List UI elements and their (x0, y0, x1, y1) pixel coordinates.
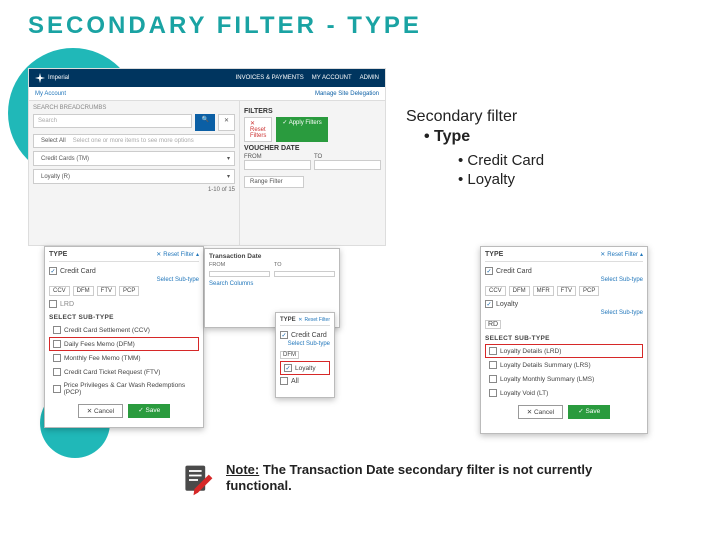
reset-filter-link[interactable]: ✕ Reset Filter ▴ (156, 251, 199, 258)
select-subtype-link[interactable]: Select Sub-type (280, 341, 330, 347)
reset-filter-link[interactable]: ✕Reset Filter (298, 317, 330, 323)
td-from-input[interactable] (209, 271, 270, 277)
apply-filters-button[interactable]: ✓ Apply Filters (276, 117, 327, 142)
subtype-ccv[interactable]: Credit Card Settlement (CCV) (49, 323, 199, 337)
subbar-left: My Account (35, 91, 66, 97)
search-input[interactable]: Search (33, 114, 192, 128)
menu-invoices[interactable]: INVOICES & PAYMENTS (236, 75, 304, 81)
code-ccv[interactable]: CCV (49, 286, 70, 296)
explanatory-text: Secondary filter Type Credit Card Loyalt… (406, 108, 686, 190)
reset-filters-button[interactable]: ✕ Reset Filters (244, 117, 272, 142)
app-subbar: My Account Manage Site Delegation (29, 87, 385, 101)
loyalty-row[interactable]: ✓Loyalty (280, 361, 330, 375)
note-lead: Note: (226, 462, 259, 477)
subtype-lt[interactable]: Loyalty Void (LT) (485, 386, 643, 400)
from-date-input[interactable] (244, 160, 311, 170)
range-filter-button[interactable]: Range Filter (244, 176, 304, 188)
cancel-button[interactable]: ✕ Cancel (518, 405, 564, 419)
search-columns-link[interactable]: Search Columns (209, 281, 335, 287)
topbar-menu: INVOICES & PAYMENTS MY ACCOUNT ADMIN (236, 75, 379, 81)
note-block: Note: The Transaction Date secondary fil… (180, 462, 660, 498)
bullet-type: Type (406, 128, 686, 146)
popup-type-compact: TYPE ✕Reset Filter ✓Credit Card Select S… (275, 312, 335, 398)
select-subtype-loyalty[interactable]: Select Sub-type (485, 310, 643, 316)
right-column: FILTERS ✕ Reset Filters ✓ Apply Filters … (239, 101, 385, 245)
cancel-button[interactable]: ✕ Cancel (78, 404, 124, 418)
menu-myaccount[interactable]: MY ACCOUNT (312, 75, 352, 81)
select-subtype-cc[interactable]: Select Sub-type (485, 277, 643, 283)
credit-card-row[interactable]: ✓Credit Card (485, 265, 643, 277)
heading-secondary-filter: Secondary filter (406, 108, 686, 126)
subtype-dfm[interactable]: Daily Fees Memo (DFM) (49, 337, 199, 351)
subtype-ftv[interactable]: Credit Card Ticket Request (FTV) (49, 365, 199, 379)
bullet-creditcard: Credit Card (406, 152, 686, 169)
clear-button[interactable]: ✕ (218, 114, 235, 131)
brand-text: Imperial (48, 75, 69, 81)
reset-filter-link[interactable]: ✕ Reset Filter ▴ (600, 251, 643, 258)
subtype-lms[interactable]: Loyalty Monthly Summary (LMS) (485, 372, 643, 386)
subtype-lrs[interactable]: Loyalty Details Summary (LRS) (485, 358, 643, 372)
subtype-pcp[interactable]: Price Privileges & Car Wash Redemptions … (49, 379, 199, 399)
bullet-loyalty: Loyalty (406, 171, 686, 188)
slide-title: SECONDARY FILTER - TYPE (28, 12, 422, 40)
brand-logo: Imperial (35, 73, 69, 83)
subbar-right[interactable]: Manage Site Delegation (315, 91, 379, 97)
save-button[interactable]: ✓ Save (568, 405, 610, 419)
td-to-input[interactable] (274, 271, 335, 277)
note-body-b: functional. (226, 478, 292, 493)
subtype-tmm[interactable]: Monthly Fee Memo (TMM) (49, 351, 199, 365)
code-pcp[interactable]: PCP (119, 286, 139, 296)
popup-title: TYPE (49, 251, 67, 258)
search-button[interactable]: 🔍 (195, 114, 214, 131)
credit-card-checkbox-row[interactable]: ✓Credit Card (49, 265, 199, 277)
app-topbar: Imperial INVOICES & PAYMENTS MY ACCOUNT … (29, 69, 385, 87)
row-credit-cards[interactable]: Credit Cards (TM) ▾ (33, 151, 235, 166)
td-title: Transaction Date (209, 253, 335, 260)
select-subtype-link[interactable]: Select Sub-type (49, 277, 199, 283)
lrd-row[interactable]: LRD (49, 298, 199, 310)
filters-heading: FILTERS (244, 108, 381, 115)
code-pills: CCV DFM FTV PCP (49, 286, 199, 296)
code-ftv[interactable]: FTV (97, 286, 116, 296)
paging-text: 1-10 of 15 (33, 187, 235, 193)
screenshot-dashboard: Imperial INVOICES & PAYMENTS MY ACCOUNT … (28, 68, 386, 246)
to-date-input[interactable] (314, 160, 381, 170)
voucher-date-heading: VOUCHER DATE (244, 145, 381, 152)
popup-type-loyalty: TYPE ✕ Reset Filter ▴ ✓Credit Card Selec… (480, 246, 648, 434)
note-body-a: The Transaction Date secondary filter is… (259, 462, 592, 477)
breadcrumb-heading: SEARCH BREADCRUMBS (33, 105, 235, 111)
menu-admin[interactable]: ADMIN (360, 75, 379, 81)
loyalty-row[interactable]: ✓Loyalty (485, 298, 643, 310)
select-subtype-header: SELECT SUB-TYPE (49, 314, 199, 321)
popup-type-creditcard: TYPE ✕ Reset Filter ▴ ✓Credit Card Selec… (44, 246, 204, 428)
subtype-lrd[interactable]: Loyalty Details (LRD) (485, 344, 643, 358)
row-loyalty[interactable]: Loyalty (R) ▾ (33, 169, 235, 184)
code-dfm[interactable]: DFM (73, 286, 94, 296)
all-row[interactable]: All (280, 375, 330, 387)
left-column: SEARCH BREADCRUMBS Search 🔍 ✕ Select All… (29, 101, 239, 245)
select-all-row[interactable]: Select All Select one or more items to s… (33, 134, 235, 148)
save-button[interactable]: ✓ Save (128, 404, 170, 418)
cc-row[interactable]: ✓Credit Card (280, 329, 330, 341)
note-icon (180, 462, 216, 498)
